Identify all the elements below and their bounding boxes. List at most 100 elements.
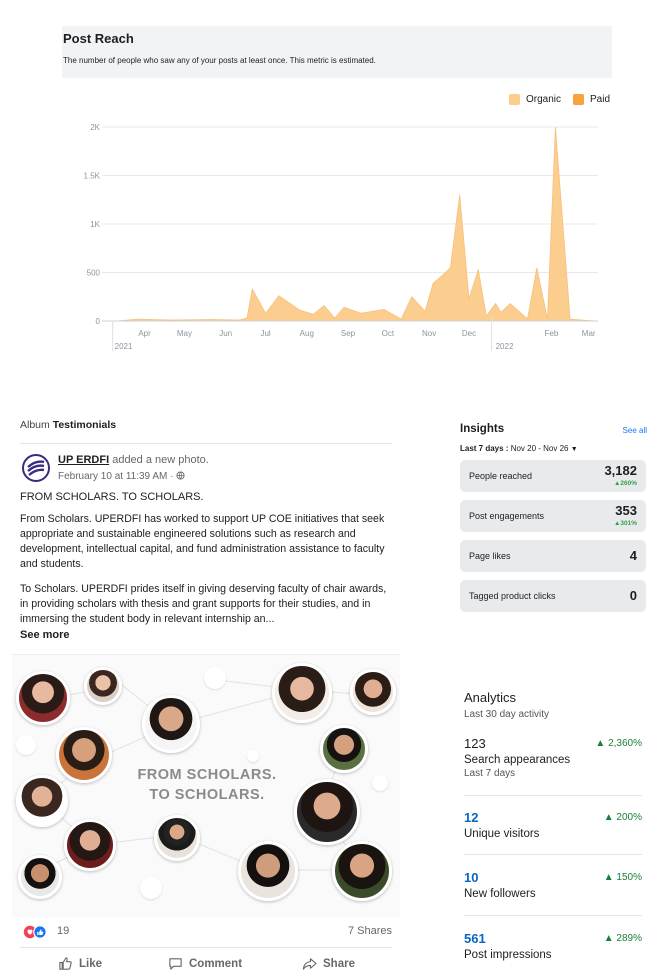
- photo-caption-line-2: TO SCHOLARS.: [149, 787, 265, 803]
- scholar-photo: [332, 841, 392, 901]
- insight-value: 3,182: [604, 463, 637, 478]
- scholar-photo: [294, 779, 360, 845]
- scholar-photo: [350, 669, 396, 715]
- divider: [464, 915, 642, 916]
- like-button[interactable]: Like: [58, 956, 102, 971]
- comment-label: Comment: [189, 957, 243, 970]
- analytics-change: ▲ 200%: [603, 812, 642, 823]
- insight-row-people-reached[interactable]: People reached 3,182 ▲260%: [460, 460, 646, 492]
- insight-row-tagged-product-clicks[interactable]: Tagged product clicks 0: [460, 580, 646, 612]
- globe-icon: [176, 471, 185, 480]
- insight-value: 0: [629, 588, 637, 603]
- analytics-note: Last 7 days: [464, 768, 516, 779]
- scholar-photo: [272, 663, 332, 723]
- divider: [20, 947, 392, 948]
- page-avatar[interactable]: [22, 454, 50, 482]
- network-node: [140, 877, 162, 899]
- network-node: [247, 750, 259, 762]
- x-tick-label: Feb: [545, 329, 559, 338]
- analytics-label: Search appearances: [464, 754, 571, 766]
- analytics-item-unique-visitors[interactable]: 12 Unique visitors ▲ 200%: [464, 810, 642, 840]
- album-name[interactable]: Testimonials: [53, 419, 116, 431]
- analytics-label: New followers: [464, 888, 536, 900]
- insight-label: People reached: [469, 471, 533, 481]
- year-label: 2022: [496, 342, 514, 351]
- poster-action: added a new photo.: [112, 454, 209, 466]
- analytics-label: Post impressions: [464, 949, 552, 961]
- photo-caption-line-1: FROM SCHOLARS.: [137, 767, 277, 783]
- insight-change: ▲260%: [613, 480, 637, 487]
- reaction-count[interactable]: 19: [57, 925, 69, 937]
- scholar-photo: [64, 819, 116, 871]
- insight-row-post-engagements[interactable]: Post engagements 353 ▲301%: [460, 500, 646, 532]
- insight-value: 4: [629, 548, 637, 563]
- post-timestamp[interactable]: February 10 at 11:39 AM ·: [58, 471, 185, 482]
- insight-label: Page likes: [469, 551, 511, 561]
- network-node: [16, 735, 36, 755]
- x-tick-label: Jul: [260, 329, 270, 338]
- divider: [20, 443, 392, 444]
- analytics-item-search-appearances[interactable]: 123 Search appearances Last 7 days ▲ 2,3…: [464, 736, 642, 779]
- share-button[interactable]: Share: [302, 956, 355, 971]
- post-photo[interactable]: FROM SCHOLARS. TO SCHOLARS.: [12, 654, 400, 917]
- y-tick-label: 2K: [90, 123, 100, 132]
- x-tick-label: Oct: [382, 329, 395, 338]
- scholar-photo: [142, 695, 200, 753]
- analytics-subtitle: Last 30 day activity: [464, 709, 550, 720]
- x-tick-label: Dec: [462, 329, 476, 338]
- scholar-photo: [56, 727, 112, 783]
- divider: [464, 795, 642, 796]
- y-tick-label: 0: [96, 317, 101, 326]
- insight-value: 353: [615, 503, 637, 518]
- network-node: [372, 775, 388, 791]
- divider: [464, 854, 642, 855]
- caret-down-icon: ▼: [570, 446, 578, 453]
- insights-title: Insights: [460, 423, 505, 435]
- analytics-change: ▲ 289%: [603, 933, 642, 944]
- album-line: Album Testimonials: [20, 419, 116, 431]
- reaction-icons[interactable]: [23, 925, 53, 939]
- post-time-text: February 10 at 11:39 AM ·: [58, 471, 177, 482]
- comment-button[interactable]: Comment: [168, 956, 242, 971]
- insights-card: Insights See all Last 7 days : Nov 20 - …: [446, 413, 659, 625]
- share-label: Share: [323, 957, 355, 970]
- analytics-card: Analytics Last 30 day activity 123 Searc…: [446, 673, 659, 978]
- share-count[interactable]: 7 Shares: [348, 925, 392, 937]
- analytics-item-new-followers[interactable]: 10 New followers ▲ 150%: [464, 870, 642, 900]
- insight-row-page-likes[interactable]: Page likes 4: [460, 540, 646, 572]
- scholar-photo: [154, 815, 200, 861]
- insight-label: Tagged product clicks: [469, 591, 556, 601]
- insight-label: Post engagements: [469, 511, 545, 521]
- x-tick-label: Nov: [422, 329, 436, 338]
- x-tick-label: Apr: [138, 329, 151, 338]
- poster-line: UP ERDFI added a new photo.: [58, 454, 209, 466]
- x-tick-label: Mar: [582, 329, 596, 338]
- poster-name[interactable]: UP ERDFI: [58, 454, 109, 466]
- analytics-change: ▲ 150%: [603, 872, 642, 883]
- post-card: Album Testimonials UP ERDFI added a new …: [12, 410, 400, 978]
- x-tick-label: Aug: [300, 329, 314, 338]
- analytics-title: Analytics: [464, 690, 517, 705]
- year-label: 2021: [115, 342, 133, 351]
- thumbs-up-icon: [59, 957, 72, 970]
- analytics-label: Unique visitors: [464, 828, 540, 840]
- x-tick-label: Jun: [219, 329, 232, 338]
- range-value: Nov 20 - Nov 26: [510, 444, 569, 453]
- post-paragraph-1: From Scholars. UPERDFI has worked to sup…: [20, 513, 385, 570]
- x-tick-label: May: [177, 329, 192, 338]
- date-range-dropdown[interactable]: Last 7 days : Nov 20 - Nov 26 ▼: [460, 444, 578, 453]
- share-arrow-icon: [302, 958, 317, 970]
- x-tick-label: Sep: [341, 329, 356, 338]
- erdfi-logo-icon: [27, 460, 45, 476]
- see-more-link[interactable]: See more: [20, 629, 70, 641]
- comment-icon: [169, 958, 182, 970]
- scholar-photo: [16, 671, 70, 725]
- scholar-photo: [238, 841, 298, 901]
- insight-change: ▲301%: [613, 520, 637, 527]
- see-all-link[interactable]: See all: [623, 426, 647, 435]
- post-headline: FROM SCHOLARS. TO SCHOLARS.: [20, 491, 204, 503]
- scholar-photo: [16, 775, 68, 827]
- y-tick-label: 1K: [90, 220, 100, 229]
- album-prefix: Album: [20, 419, 50, 431]
- analytics-item-post-impressions[interactable]: 561 Post impressions ▲ 289%: [464, 931, 642, 961]
